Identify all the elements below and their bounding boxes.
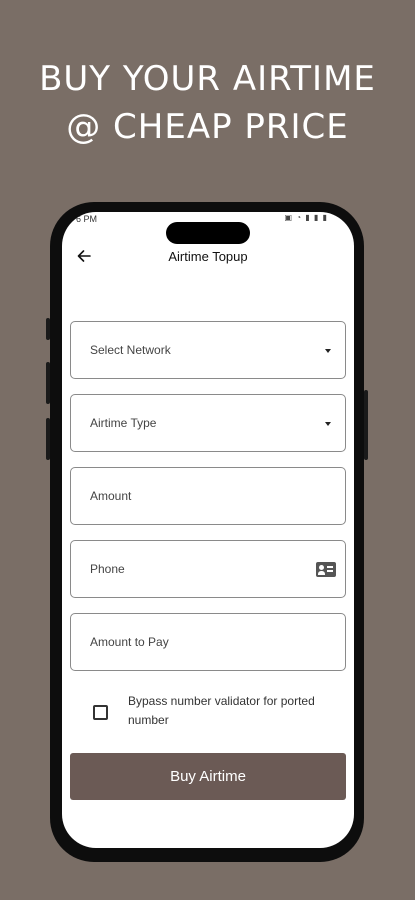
- promo-headline-line1: BUY YOUR AIRTIME: [39, 59, 376, 99]
- bypass-validator-checkbox[interactable]: [93, 705, 108, 720]
- amount-to-pay-field[interactable]: Amount to Pay: [70, 613, 346, 671]
- amount-field[interactable]: Amount: [70, 467, 346, 525]
- contact-picker-icon[interactable]: [316, 562, 336, 577]
- phone-side-button-power: [364, 390, 368, 460]
- dropdown-arrow-icon: [325, 422, 331, 426]
- amount-label: Amount: [90, 489, 132, 503]
- status-time: 6 PM: [76, 214, 98, 224]
- status-icons: ▣ ◔ ▮ ▮ ▮: [284, 213, 328, 222]
- buy-airtime-button[interactable]: Buy Airtime: [70, 753, 346, 800]
- select-network-label: Select Network: [90, 343, 171, 357]
- promo-headline-line2: @ CHEAP PRICE: [66, 107, 349, 147]
- amount-to-pay-label: Amount to Pay: [90, 635, 169, 649]
- phone-side-button-volume-down: [46, 418, 50, 460]
- airtime-type-dropdown[interactable]: Airtime Type: [70, 394, 346, 452]
- airtime-type-label: Airtime Type: [90, 416, 157, 430]
- phone-side-button-volume-up: [46, 362, 50, 404]
- phone-side-button-mute: [46, 318, 50, 340]
- phone-label: Phone: [90, 562, 125, 576]
- select-network-dropdown[interactable]: Select Network: [70, 321, 346, 379]
- page-title: Airtime Topup: [168, 249, 248, 264]
- phone-screen: 6 PM ▣ ◔ ▮ ▮ ▮ Airtime Topup Select Netw…: [62, 212, 354, 848]
- bypass-validator-label: Bypass number validator for ported numbe…: [128, 694, 315, 727]
- dropdown-arrow-icon: [325, 349, 331, 353]
- app-bar: Airtime Topup: [62, 242, 354, 272]
- promo-headline: BUY YOUR AIRTIME @ CHEAP PRICE: [0, 55, 415, 151]
- phone-field[interactable]: Phone: [70, 540, 346, 598]
- dynamic-island: [166, 222, 250, 244]
